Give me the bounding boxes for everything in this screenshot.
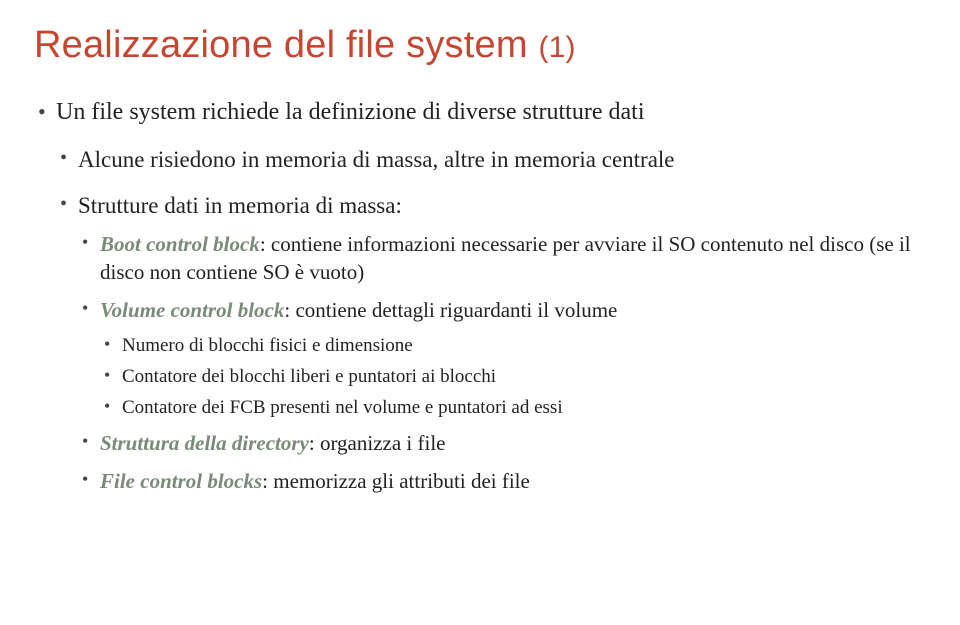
list-item: Alcune risiedono in memoria di massa, al… bbox=[56, 145, 926, 175]
bullet-text: Un file system richiede la definizione d… bbox=[56, 99, 644, 125]
list-item: Struttura della directory: organizza i f… bbox=[78, 430, 926, 458]
term-boot-control-block: Boot control block bbox=[100, 232, 260, 256]
bullet-text: : memorizza gli attributi dei file bbox=[262, 469, 530, 493]
bullet-text: Strutture dati in memoria di massa: bbox=[78, 193, 402, 218]
bullet-list-level4: Numero di blocchi fisici e dimensione Co… bbox=[100, 333, 926, 420]
list-item: Un file system richiede la definizione d… bbox=[34, 97, 926, 495]
term-file-control-blocks: File control blocks bbox=[100, 469, 262, 493]
term-struttura-directory: Struttura della directory bbox=[100, 431, 309, 455]
term-volume-control-block: Volume control block bbox=[100, 298, 284, 322]
list-item: File control blocks: memorizza gli attri… bbox=[78, 468, 926, 496]
title-suffix: (1) bbox=[538, 31, 575, 64]
bullet-text: Contatore dei FCB presenti nel volume e … bbox=[122, 397, 563, 418]
slide-title: Realizzazione del file system (1) bbox=[34, 24, 926, 67]
bullet-text: Contatore dei blocchi liberi e puntatori… bbox=[122, 366, 496, 387]
title-main: Realizzazione del file system bbox=[34, 24, 528, 66]
bullet-text: Alcune risiedono in memoria di massa, al… bbox=[78, 147, 675, 172]
list-item: Boot control block: contiene informazion… bbox=[78, 231, 926, 286]
bullet-text: Numero di blocchi fisici e dimensione bbox=[122, 335, 413, 356]
list-item: Contatore dei blocchi liberi e puntatori… bbox=[100, 364, 926, 389]
bullet-list-level3: Boot control block: contiene informazion… bbox=[78, 231, 926, 495]
bullet-list-level2: Alcune risiedono in memoria di massa, al… bbox=[56, 145, 926, 496]
bullet-text: : contiene dettagli riguardanti il volum… bbox=[284, 298, 617, 322]
bullet-text: : organizza i file bbox=[309, 431, 446, 455]
list-item: Numero di blocchi fisici e dimensione bbox=[100, 333, 926, 358]
list-item: Contatore dei FCB presenti nel volume e … bbox=[100, 395, 926, 420]
bullet-list-level1: Un file system richiede la definizione d… bbox=[34, 97, 926, 495]
list-item: Strutture dati in memoria di massa: Boot… bbox=[56, 191, 926, 495]
list-item: Volume control block: contiene dettagli … bbox=[78, 297, 926, 420]
